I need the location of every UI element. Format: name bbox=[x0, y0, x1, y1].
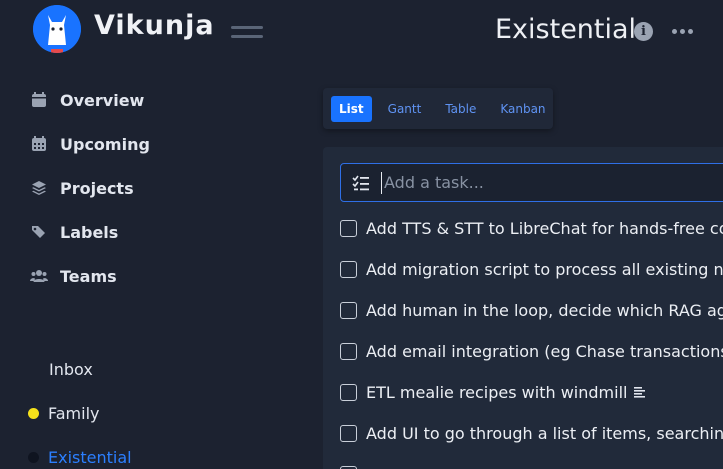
task-row[interactable]: ETL mealie recipes with windmill bbox=[340, 378, 723, 406]
task-title[interactable]: ETL mealie recipes with windmill bbox=[366, 383, 627, 402]
brand-name: Vikunja bbox=[94, 10, 215, 41]
project-label: Inbox bbox=[49, 359, 93, 379]
task-row[interactable]: Add migration script to process all exis… bbox=[340, 255, 723, 283]
sidebar-item-label: Projects bbox=[60, 178, 134, 198]
task-row[interactable]: Add TTS & STT to LibreChat for hands-fre… bbox=[340, 214, 723, 242]
task-row[interactable]: Add human in the loop, decide which RAG … bbox=[340, 296, 723, 324]
tab-kanban[interactable]: Kanban bbox=[492, 96, 553, 122]
task-row[interactable]: Add email integration (eg Chase transact… bbox=[340, 337, 723, 365]
calendar-day-icon bbox=[32, 92, 46, 107]
task-checkbox[interactable] bbox=[340, 424, 357, 442]
sidebar-item-label: Overview bbox=[60, 90, 145, 110]
users-icon bbox=[30, 270, 48, 282]
task-checkbox[interactable] bbox=[340, 301, 357, 319]
sidebar-project-inbox[interactable]: Inbox bbox=[49, 355, 93, 383]
tags-icon bbox=[32, 226, 45, 238]
task-title[interactable]: Add email integration (eg Chase transact… bbox=[366, 342, 723, 361]
more-options-icon[interactable] bbox=[672, 29, 694, 35]
project-label: Family bbox=[48, 403, 100, 423]
view-switcher: List Gantt Table Kanban bbox=[323, 88, 553, 129]
vikunja-logo-icon[interactable] bbox=[33, 5, 81, 53]
sidebar-item-label: Teams bbox=[60, 266, 117, 286]
layers-icon bbox=[32, 181, 46, 195]
task-checkbox[interactable] bbox=[340, 383, 357, 401]
sidebar-item-label: Upcoming bbox=[60, 134, 150, 154]
sidebar-item-overview[interactable]: Overview bbox=[30, 84, 270, 116]
task-title[interactable]: Add migration script to process all exis… bbox=[366, 260, 723, 279]
menu-toggle-icon[interactable] bbox=[231, 24, 263, 40]
add-task-input[interactable] bbox=[381, 171, 711, 194]
sidebar-item-teams[interactable]: Teams bbox=[30, 260, 270, 292]
sidebar-item-labels[interactable]: Labels bbox=[30, 216, 270, 248]
project-color-dot bbox=[28, 407, 39, 419]
sidebar-project-family[interactable]: Family bbox=[28, 399, 99, 427]
tab-gantt[interactable]: Gantt bbox=[380, 96, 430, 122]
tab-table[interactable]: Table bbox=[437, 96, 484, 122]
task-checkbox[interactable] bbox=[340, 465, 357, 469]
task-checkbox[interactable] bbox=[340, 260, 357, 278]
sidebar-item-label: Labels bbox=[60, 222, 119, 242]
task-row[interactable] bbox=[340, 460, 723, 469]
task-title[interactable]: Add UI to go through a list of items, se… bbox=[366, 424, 723, 443]
task-checkbox[interactable] bbox=[340, 219, 357, 237]
calendar-grid-icon bbox=[32, 136, 46, 151]
sidebar-item-projects[interactable]: Projects bbox=[30, 172, 270, 204]
task-row[interactable]: Add UI to go through a list of items, se… bbox=[340, 419, 723, 447]
project-color-dot bbox=[28, 451, 39, 463]
sidebar-project-existential[interactable]: Existential bbox=[28, 443, 132, 469]
add-task-field[interactable] bbox=[340, 163, 723, 202]
task-list-icon bbox=[352, 175, 369, 190]
tab-list[interactable]: List bbox=[331, 95, 372, 122]
description-icon bbox=[634, 387, 646, 398]
page-title: Existential bbox=[495, 14, 637, 45]
task-checkbox[interactable] bbox=[340, 342, 357, 360]
task-title[interactable]: Add human in the loop, decide which RAG … bbox=[366, 301, 723, 320]
task-list-panel: Add TTS & STT to LibreChat for hands-fre… bbox=[323, 147, 723, 469]
info-icon[interactable]: i bbox=[634, 22, 653, 41]
sidebar-item-upcoming[interactable]: Upcoming bbox=[30, 128, 270, 160]
project-label: Existential bbox=[48, 447, 132, 467]
task-title[interactable]: Add TTS & STT to LibreChat for hands-fre… bbox=[366, 219, 723, 238]
